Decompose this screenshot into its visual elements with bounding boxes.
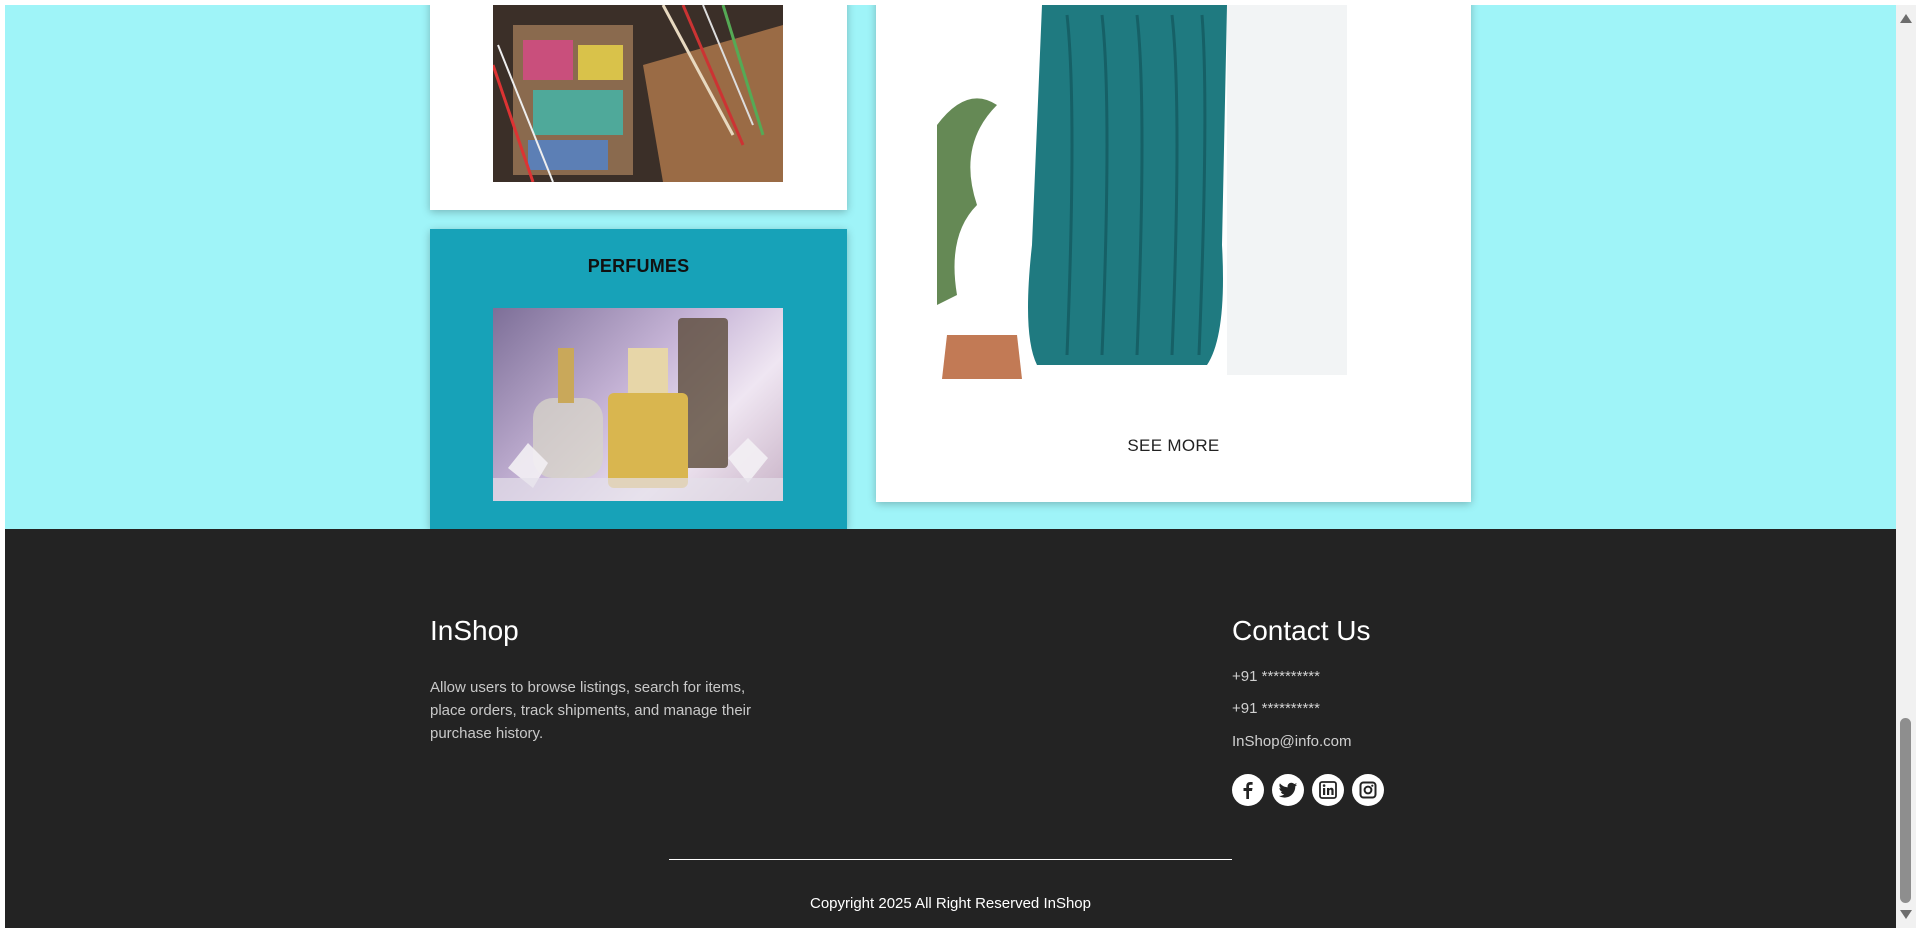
footer-description: Allow users to browse listings, search f… <box>430 679 751 742</box>
footer-divider <box>669 859 1232 860</box>
footer: InShop Allow users to browse listings, s… <box>5 529 1896 928</box>
category-card-perfumes[interactable]: PERFUMES <box>430 229 847 529</box>
category-card-art[interactable] <box>430 5 847 210</box>
scrollbar-thumb[interactable] <box>1900 718 1911 903</box>
contact-phone-1: +91 ********** <box>1232 668 1320 685</box>
twitter-icon[interactable] <box>1272 774 1304 806</box>
contact-phone-2: +91 ********** <box>1232 700 1320 717</box>
facebook-icon[interactable] <box>1232 774 1264 806</box>
contact-email[interactable]: InShop@info.com <box>1232 733 1351 750</box>
clothing-image <box>937 5 1352 379</box>
contact-title: Contact Us <box>1232 615 1371 646</box>
social-links <box>1232 774 1384 806</box>
art-supplies-image <box>493 5 783 182</box>
linkedin-icon[interactable] <box>1312 774 1344 806</box>
scroll-up-arrow-icon[interactable] <box>1900 14 1912 23</box>
category-card-clothing[interactable]: SEE MORE <box>876 5 1471 502</box>
copyright-text: Copyright 2025 All Right Reserved InShop <box>809 895 1091 912</box>
instagram-icon[interactable] <box>1352 774 1384 806</box>
perfumes-title: PERFUMES <box>587 256 690 276</box>
perfumes-image <box>493 308 783 501</box>
see-more-button[interactable]: SEE MORE <box>876 436 1471 456</box>
page-scrollbar[interactable] <box>1896 5 1916 928</box>
scroll-down-arrow-icon[interactable] <box>1900 910 1912 919</box>
page-content: PERFUMES SEE MORE InShop Allow users to … <box>5 5 1896 928</box>
footer-brand: InShop <box>430 615 519 646</box>
